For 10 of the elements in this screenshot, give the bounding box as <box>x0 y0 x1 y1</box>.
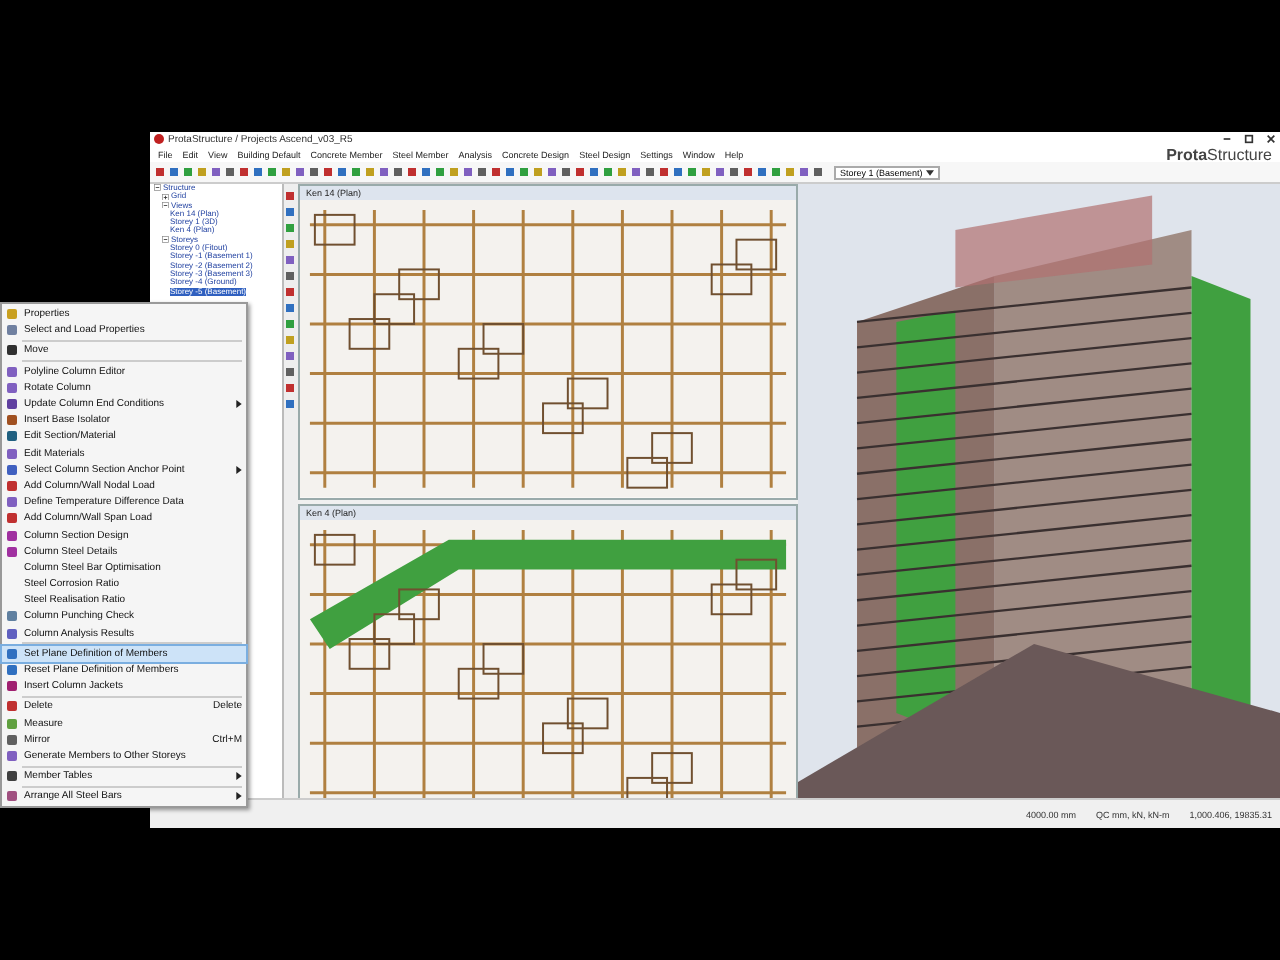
app-logo-icon <box>154 134 164 144</box>
expand-icon[interactable] <box>162 193 169 201</box>
close-icon[interactable] <box>1266 134 1276 144</box>
dropdown-caret-icon <box>926 169 935 175</box>
maximize-icon[interactable] <box>1244 134 1254 144</box>
brand-logo: ProtaStructure <box>1166 145 1272 163</box>
collapse-icon[interactable] <box>154 184 161 192</box>
collapse-icon[interactable] <box>162 201 169 209</box>
minimize-icon[interactable] <box>1222 134 1232 144</box>
collapse-icon[interactable] <box>162 236 169 244</box>
